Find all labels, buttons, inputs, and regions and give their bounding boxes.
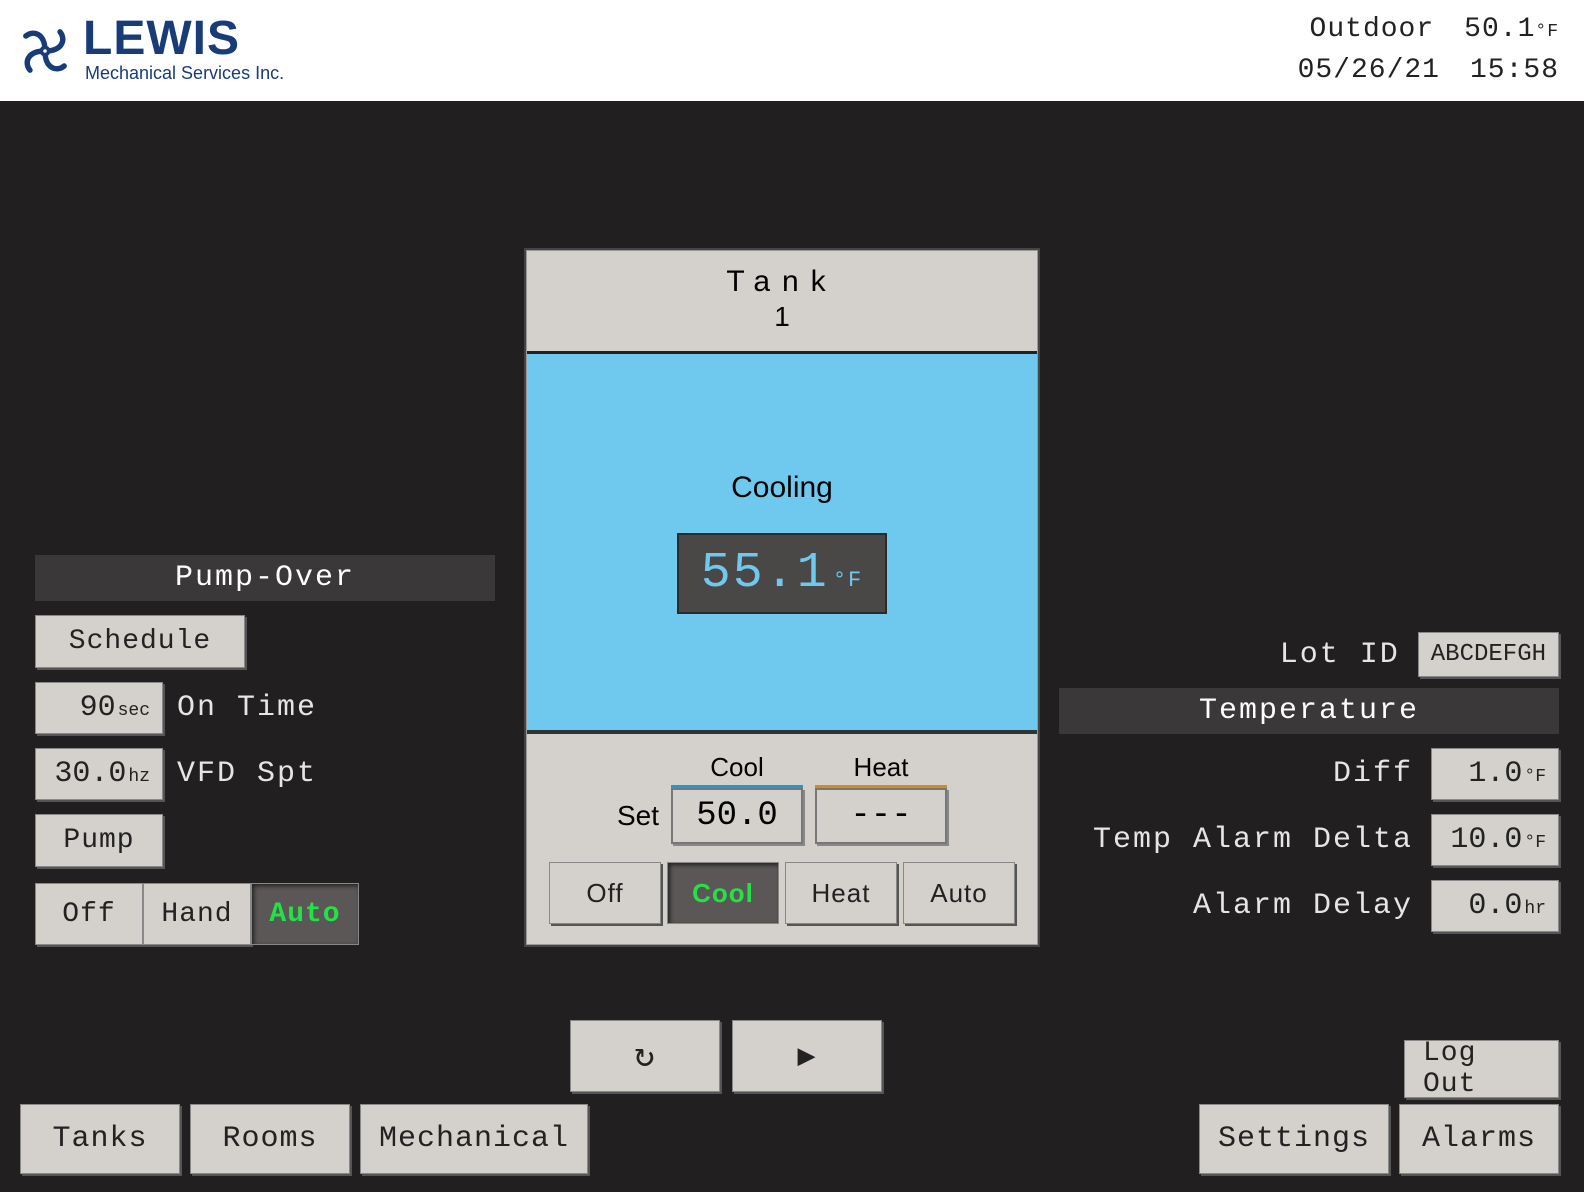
time-display: 15:58 xyxy=(1470,51,1559,92)
tank-mode-auto[interactable]: Auto xyxy=(903,862,1015,924)
cool-setpoint-label: Cool xyxy=(671,752,803,783)
on-time-value: 90 xyxy=(80,691,116,725)
rooms-button[interactable]: Rooms xyxy=(190,1104,350,1174)
schedule-button[interactable]: Schedule xyxy=(35,615,245,668)
play-icon: ▶ xyxy=(797,1038,816,1075)
tanks-button[interactable]: Tanks xyxy=(20,1104,180,1174)
tank-title-bar: Tank 1 xyxy=(527,251,1037,354)
on-time-unit: sec xyxy=(118,701,150,721)
alarm-delta-value: 10.0 xyxy=(1450,823,1522,857)
degree-f-icon: °F xyxy=(833,568,863,593)
cool-setpoint-input[interactable]: 50.0 xyxy=(671,788,803,844)
diff-label: Diff xyxy=(1333,757,1413,791)
degree-f-icon: °F xyxy=(1524,833,1546,853)
vfd-spt-input[interactable]: 30.0hz xyxy=(35,748,163,800)
mechanical-button[interactable]: Mechanical xyxy=(360,1104,588,1174)
settings-button[interactable]: Settings xyxy=(1199,1104,1389,1174)
outdoor-temp: 50.1 xyxy=(1464,14,1535,45)
alarm-delay-label: Alarm Delay xyxy=(1193,889,1413,923)
tank-number: 1 xyxy=(527,301,1037,333)
pump-button[interactable]: Pump xyxy=(35,814,163,867)
outdoor-label: Outdoor xyxy=(1310,10,1435,51)
pump-mode-auto[interactable]: Auto xyxy=(251,883,359,945)
vfd-value: 30.0 xyxy=(54,757,126,791)
on-time-label: On Time xyxy=(177,691,317,725)
tank-panel: Tank 1 Cooling 55.1°F Set Cool 50.0 Heat… xyxy=(526,250,1038,945)
tank-mode-heat[interactable]: Heat xyxy=(785,862,897,924)
pump-mode-hand[interactable]: Hand xyxy=(143,883,251,945)
lot-id-row: Lot ID ABCDEFGH xyxy=(1280,632,1559,677)
temperature-title: Temperature xyxy=(1059,688,1559,734)
lot-id-label: Lot ID xyxy=(1280,638,1400,672)
header-bar: LEWIS Mechanical Services Inc. Outdoor 5… xyxy=(0,0,1584,101)
alarms-button[interactable]: Alarms xyxy=(1399,1104,1559,1174)
pump-over-title: Pump-Over xyxy=(35,555,495,601)
bottom-right-nav: Settings Alarms xyxy=(1199,1104,1559,1174)
set-label: Set xyxy=(617,800,659,832)
header-readout: Outdoor 50.1°F 05/26/21 15:58 xyxy=(1298,10,1559,91)
on-time-input[interactable]: 90sec xyxy=(35,682,163,734)
temperature-panel: Temperature Diff 1.0°F Temp Alarm Delta … xyxy=(1059,688,1559,946)
tank-mode-off[interactable]: Off xyxy=(549,862,661,924)
logo-title: LEWIS xyxy=(83,17,284,60)
alarm-delay-input[interactable]: 0.0hr xyxy=(1431,880,1559,932)
setpoint-row: Set Cool 50.0 Heat --- xyxy=(527,734,1037,844)
logo-subtitle: Mechanical Services Inc. xyxy=(85,63,284,84)
swirl-icon xyxy=(15,21,75,81)
vfd-spt-label: VFD Spt xyxy=(177,757,317,791)
heat-setpoint-label: Heat xyxy=(815,752,947,783)
diff-input[interactable]: 1.0°F xyxy=(1431,748,1559,800)
vfd-unit: hz xyxy=(128,767,150,787)
tank-mode-cool[interactable]: Cool xyxy=(667,862,779,924)
diff-value: 1.0 xyxy=(1468,757,1522,791)
tank-temp-value: 55.1 xyxy=(701,545,829,602)
alarm-delay-value: 0.0 xyxy=(1468,889,1522,923)
bottom-left-nav: Tanks Rooms Mechanical xyxy=(20,1104,588,1174)
play-button[interactable]: ▶ xyxy=(732,1020,882,1092)
lot-id-input[interactable]: ABCDEFGH xyxy=(1418,632,1559,677)
date-display: 05/26/21 xyxy=(1298,51,1440,92)
logout-button[interactable]: Log Out xyxy=(1404,1040,1559,1098)
pump-mode-off[interactable]: Off xyxy=(35,883,143,945)
refresh-button[interactable]: ↻ xyxy=(570,1020,720,1092)
pump-over-panel: Pump-Over Schedule 90sec On Time 30.0hz … xyxy=(35,555,495,945)
temp-alarm-delta-label: Temp Alarm Delta xyxy=(1093,823,1413,857)
logo: LEWIS Mechanical Services Inc. xyxy=(15,17,284,83)
refresh-icon: ↻ xyxy=(634,1035,655,1077)
alarm-delay-unit: hr xyxy=(1524,899,1546,919)
degree-f-icon: °F xyxy=(1524,767,1546,787)
tank-title: Tank xyxy=(527,265,1037,299)
tank-temp-display: 55.1°F xyxy=(677,533,887,614)
center-nav: ↻ ▶ xyxy=(570,1020,882,1092)
tank-status-area: Cooling 55.1°F xyxy=(527,354,1037,734)
temp-alarm-delta-input[interactable]: 10.0°F xyxy=(1431,814,1559,866)
tank-status-label: Cooling xyxy=(731,471,833,505)
degree-f-icon: °F xyxy=(1535,22,1559,42)
heat-setpoint-input[interactable]: --- xyxy=(815,788,947,844)
